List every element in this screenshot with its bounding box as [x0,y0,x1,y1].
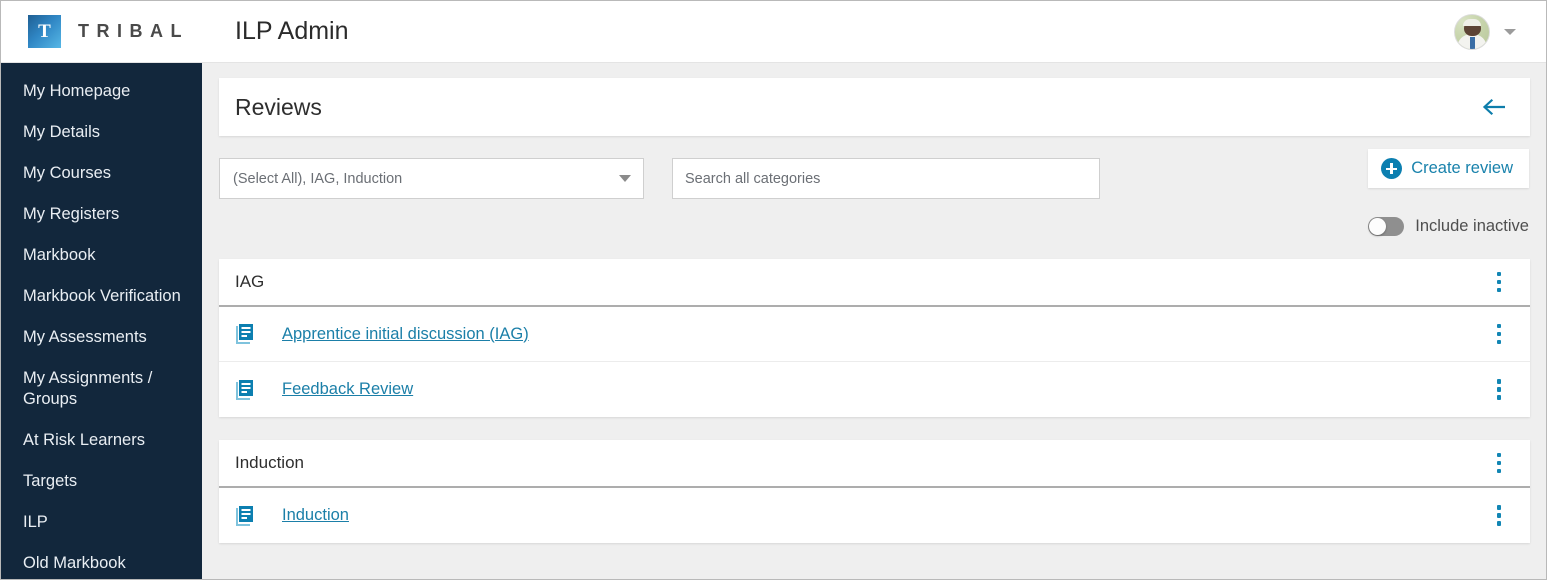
include-inactive-row: Include inactive [202,199,1546,236]
review-group-card: IAG Apprentice initial discussion (IAG) [219,259,1530,417]
group-options-menu-icon[interactable] [1488,452,1510,474]
avatar-hair [1463,18,1481,26]
group-options-menu-icon[interactable] [1488,271,1510,293]
create-review-button[interactable]: Create review [1368,149,1529,188]
review-link[interactable]: Feedback Review [282,380,1488,399]
sidebar-item-markbook-verification[interactable]: Markbook Verification [1,276,202,317]
review-group-card: Induction Induction [219,440,1530,543]
review-group-header: Induction [219,440,1530,488]
review-row: Feedback Review [219,362,1530,417]
tribal-wordmark: TRIBAL [78,21,189,41]
category-select-value: (Select All), IAG, Induction [233,170,403,187]
sidebar-item-ilp[interactable]: ILP [1,502,202,543]
main-content: Reviews (Select All), IAG, Induction Cre… [202,63,1546,579]
review-group-title: Induction [235,453,304,472]
sidebar-item-my-homepage[interactable]: My Homepage [1,71,202,112]
sidebar-item-my-assessments[interactable]: My Assessments [1,317,202,358]
review-group-title: IAG [235,272,265,291]
review-link[interactable]: Induction [282,506,1488,525]
review-row: Induction [219,488,1530,543]
review-row: Apprentice initial discussion (IAG) [219,307,1530,362]
review-options-menu-icon[interactable] [1488,379,1510,401]
search-input[interactable] [672,158,1100,199]
include-inactive-toggle[interactable] [1368,217,1405,236]
review-options-menu-icon[interactable] [1488,505,1510,527]
include-inactive-label: Include inactive [1415,217,1529,235]
app-window: T TRIBAL ILP Admin My Homepage My Detail… [0,0,1547,580]
document-stack-icon [235,505,257,527]
tribal-logo-mark: T [28,15,61,48]
sidebar-item-old-markbook[interactable]: Old Markbook [1,543,202,579]
sidebar-item-my-registers[interactable]: My Registers [1,194,202,235]
sidebar-item-markbook[interactable]: Markbook [1,235,202,276]
brand-logo[interactable]: T TRIBAL [28,15,189,48]
sidebar-item-at-risk-learners[interactable]: At Risk Learners [1,420,202,461]
create-review-label: Create review [1411,159,1513,177]
sidebar-item-my-courses[interactable]: My Courses [1,153,202,194]
chevron-down-icon [619,175,631,182]
sidebar-item-targets[interactable]: Targets [1,461,202,502]
review-options-menu-icon[interactable] [1488,323,1510,345]
top-bar: T TRIBAL ILP Admin [1,1,1546,63]
sidebar-item-my-details[interactable]: My Details [1,112,202,153]
plus-circle-icon [1381,158,1403,179]
avatar[interactable] [1454,13,1490,50]
document-stack-icon [235,323,257,345]
document-stack-icon [235,379,257,401]
filter-toolbar: (Select All), IAG, Induction Create revi… [202,136,1546,199]
sidebar: My Homepage My Details My Courses My Reg… [1,63,202,579]
sidebar-item-my-assignments-groups[interactable]: My Assignments / Groups [1,358,202,420]
app-title: ILP Admin [235,17,349,45]
review-group-header: IAG [219,259,1530,307]
review-link[interactable]: Apprentice initial discussion (IAG) [282,325,1488,344]
account-area [1454,13,1516,50]
page-title: Reviews [235,93,322,120]
page-header-card: Reviews [219,78,1530,136]
arrow-left-icon[interactable] [1478,90,1512,124]
toggle-knob [1369,218,1387,235]
chevron-down-icon[interactable] [1504,28,1516,35]
avatar-tie [1469,36,1475,49]
category-select[interactable]: (Select All), IAG, Induction [219,158,644,199]
